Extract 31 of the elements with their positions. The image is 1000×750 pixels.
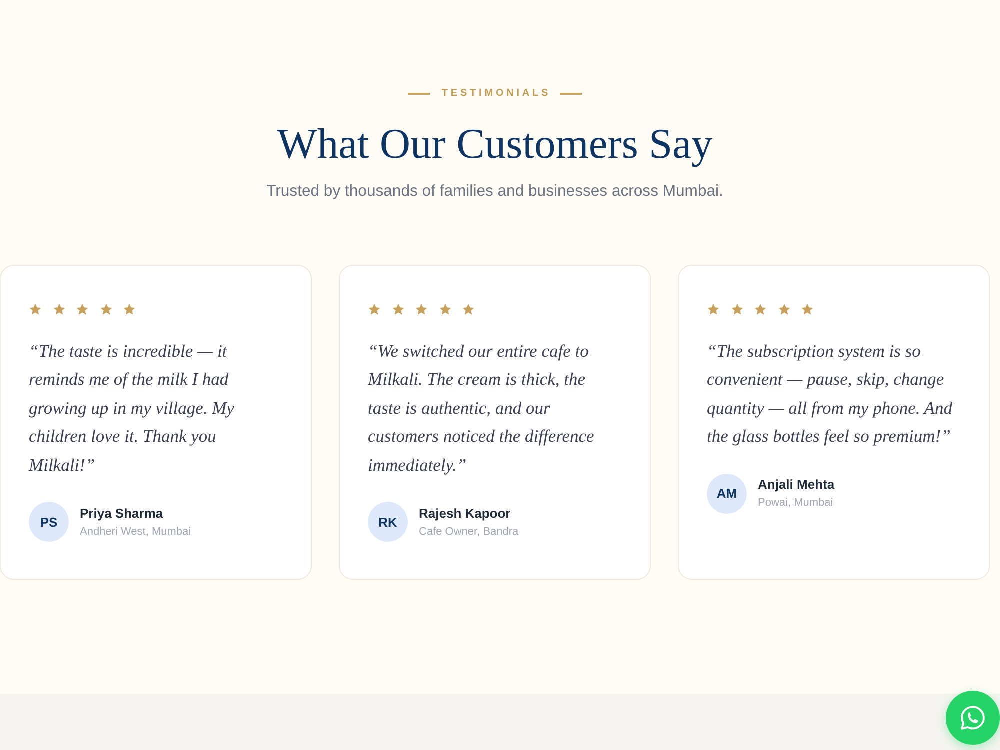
testimonial-quote: “The subscription system is so convenient — pause, skip, change quantity — all from my phone. And the glass bottles feel so premium!” [707, 340, 954, 448]
avatar-initials: AM [707, 474, 747, 514]
star-icon [462, 303, 475, 316]
testimonial-quote: “The taste is incredible — it reminds me of the milk I had growing up in my village. My children love it. Thank you Milkali!” [29, 340, 236, 477]
section-eyebrow: TESTIMONIALS [440, 87, 552, 101]
section-subtitle: Trusted by thousands of families and businesses across Mumbai. [266, 182, 724, 202]
customer-name: Rajesh Kapoor [419, 504, 512, 523]
star-icon [123, 303, 136, 316]
star-icon [730, 303, 744, 316]
phone-chat-icon [959, 704, 987, 732]
star-icon [415, 303, 428, 316]
customer-location: Powai, Mumbai [758, 496, 834, 512]
star-icon [368, 303, 381, 316]
star-icon [801, 303, 814, 316]
avatar-initials: PS [29, 502, 69, 542]
star-icon [76, 303, 89, 316]
star-icon [29, 303, 42, 316]
star-icon [707, 303, 720, 316]
customer-location: Cafe Owner, Bandra [419, 524, 519, 540]
star-icon [438, 303, 452, 316]
star-icon [100, 303, 112, 316]
customer-location: Andheri West, Mumbai [80, 524, 192, 540]
testimonial-quote: “We switched our entire cafe to Milkali. The cream is thick, the taste is authentic, and our customers noticed the difference immediately.” [368, 340, 596, 477]
avatar-initials: RK [368, 502, 408, 542]
customer-name: Priya Sharma [80, 504, 164, 523]
star-icon [392, 303, 404, 316]
star-icon [754, 303, 767, 316]
section-heading: What Our Customers Say [277, 120, 713, 169]
star-icon [52, 303, 66, 316]
customer-name: Anjali Mehta [758, 476, 835, 494]
star-icon [778, 303, 790, 316]
